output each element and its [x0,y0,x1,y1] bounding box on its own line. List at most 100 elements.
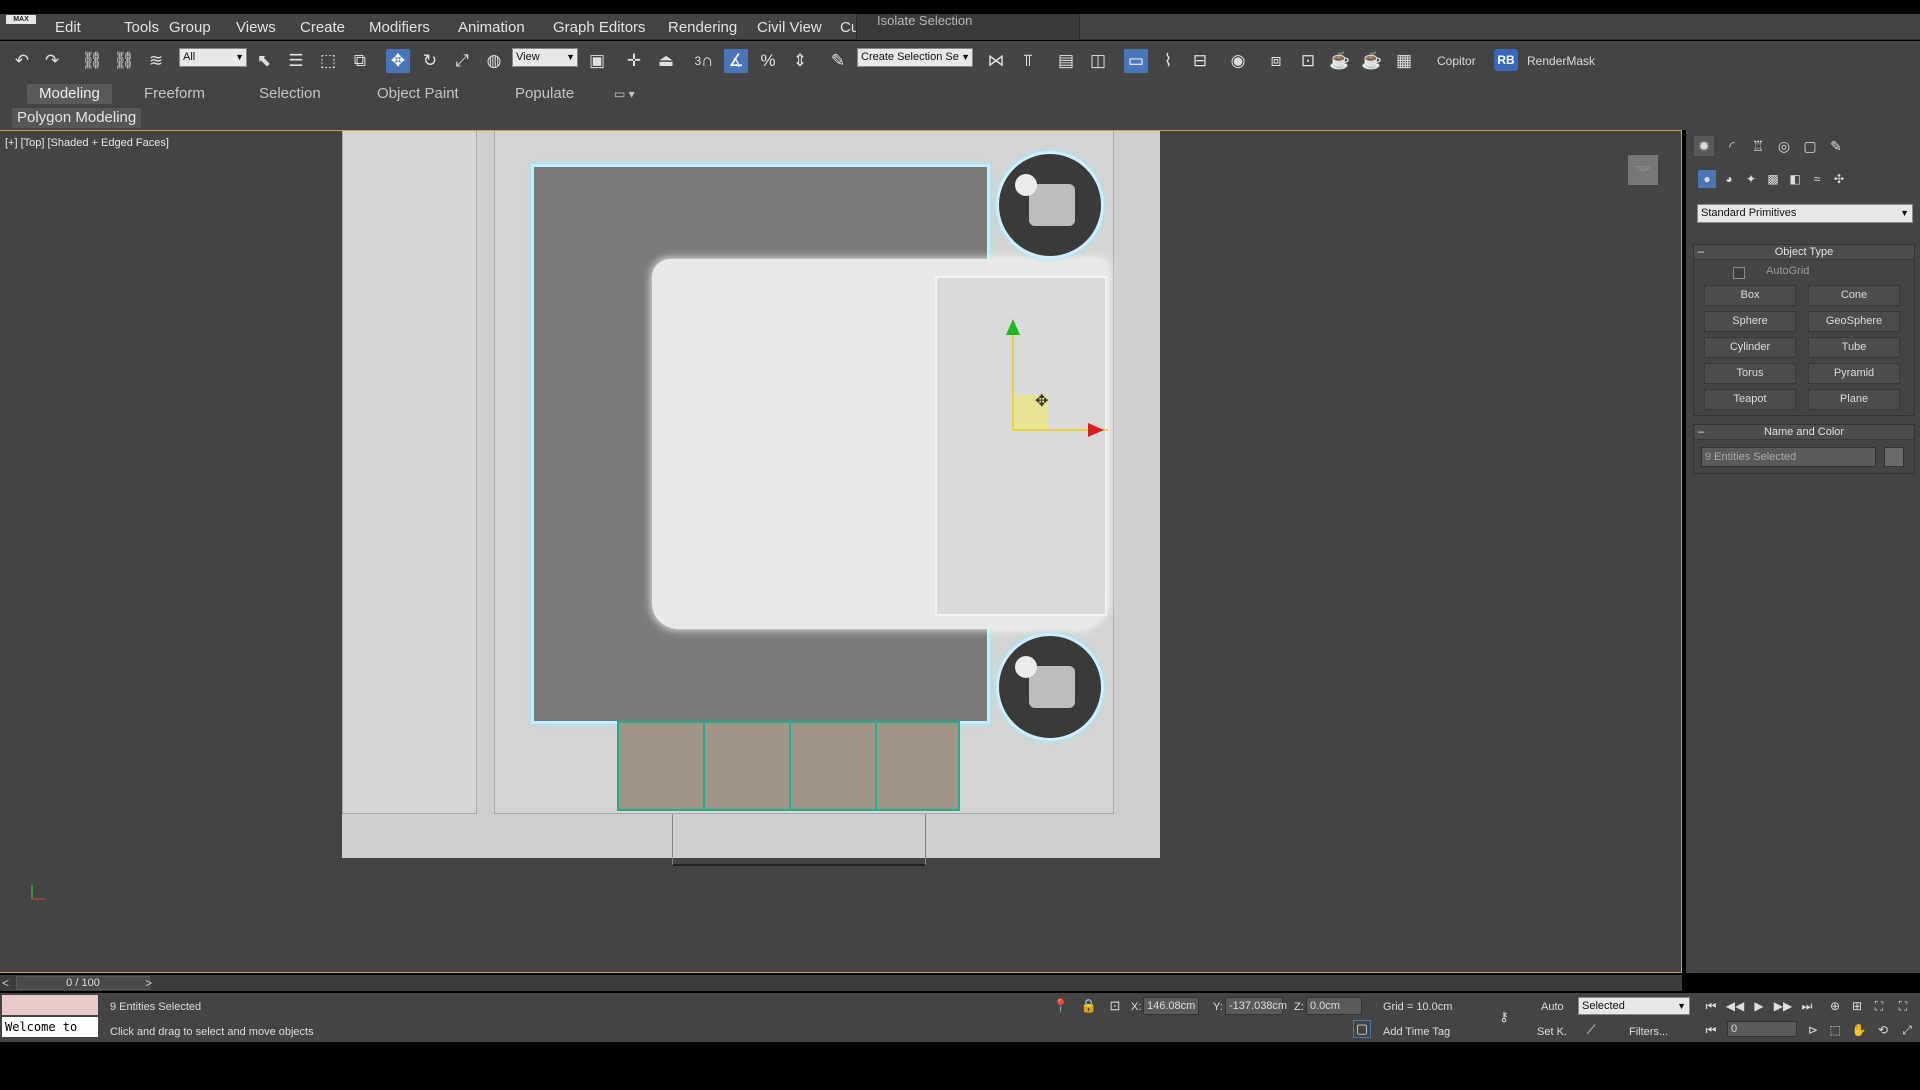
tab-modeling[interactable]: Modeling [27,84,112,104]
create-tab-icon[interactable]: ✹ [1694,136,1714,156]
teapot-button[interactable]: Teapot [1704,389,1796,410]
key-filters-button[interactable]: Filters... [1629,1026,1668,1038]
menu-edit[interactable]: Edit [55,19,81,36]
cameras-category-icon[interactable]: ▩ [1764,170,1782,188]
schematic-view-icon[interactable]: ⊟ [1188,49,1212,73]
previous-frame-icon[interactable]: ◀◀ [1726,997,1744,1015]
move-gizmo-y-arrow[interactable] [1006,319,1020,335]
z-coord-field[interactable]: 0.0cm [1306,997,1362,1015]
align-icon[interactable]: ⫪ [1016,49,1040,73]
spinner-snap-icon[interactable]: ⇕ [788,49,812,73]
systems-category-icon[interactable]: ✣ [1830,170,1848,188]
menu-group[interactable]: Group [169,19,211,36]
move-gizmo-y-axis[interactable] [1012,331,1014,431]
x-coord-field[interactable]: 146.08cm [1143,997,1199,1015]
angle-snap-icon[interactable]: ∡ [724,49,748,73]
link-icon[interactable]: ⛓ [80,49,104,73]
menu-graph-editors[interactable]: Graph Editors [553,19,646,36]
polygon-modeling-panel[interactable]: Polygon Modeling [12,108,142,128]
object-type-header[interactable]: – Object Type [1694,245,1914,260]
maxscript-mini-listener-input[interactable]: Welcome to [2,1017,98,1037]
curve-editor-icon[interactable]: ⌇ [1156,49,1180,73]
nightstand-bottom[interactable] [996,633,1104,741]
name-and-color-header[interactable]: – Name and Color [1694,425,1914,440]
default-tangents-icon[interactable]: ⟋ [1582,1021,1600,1039]
app-logo[interactable]: MAX [6,15,36,24]
orbit-icon[interactable]: ⟲ [1874,1021,1892,1039]
next-frame-icon[interactable]: ▶▶ [1774,997,1792,1015]
zoom-icon[interactable]: ⊕ [1826,997,1844,1015]
absolute-mode-icon[interactable]: ⊡ [1106,997,1124,1015]
go-to-end-icon[interactable]: ⏭ [1798,997,1816,1015]
render-setup-icon[interactable]: ⧈ [1264,49,1288,73]
select-scale-icon[interactable]: ⤢ [450,49,474,73]
geometry-category-icon[interactable]: ● [1698,170,1716,188]
autogrid-checkbox[interactable] [1733,267,1745,279]
menu-civil-view[interactable]: Civil View [757,19,822,36]
tab-object-paint[interactable]: Object Paint [377,84,459,104]
time-slider-thumb[interactable]: 0 / 100 [16,976,150,990]
ribbon-toggle-icon[interactable]: ▭ [1124,49,1148,73]
tube-button[interactable]: Tube [1808,337,1900,358]
menu-animation[interactable]: Animation [458,19,525,36]
maxscript-mini-listener-output[interactable] [2,995,98,1015]
region-zoom-icon[interactable]: ⬚ [1826,1021,1844,1039]
torus-button[interactable]: Torus [1704,363,1796,384]
select-object-icon[interactable]: ⬉ [252,49,276,73]
set-key-mode-icon[interactable]: ⚷ [1490,1008,1518,1026]
shapes-category-icon[interactable]: ◕ [1720,170,1738,188]
pyramid-button[interactable]: Pyramid [1808,363,1900,384]
tab-selection[interactable]: Selection [259,84,321,104]
hierarchy-tab-icon[interactable]: ♖ [1748,136,1768,156]
render-activeshade-icon[interactable]: ▦ [1392,49,1416,73]
viewport-label[interactable]: [+] [Top] [Shaded + Edged Faces] [5,137,169,149]
select-move-icon[interactable]: ✥ [386,49,410,73]
render-iterative-icon[interactable]: ☕ [1360,49,1384,73]
time-slider[interactable]: < 0 / 100 > [0,975,1682,991]
display-tab-icon[interactable]: ▢ [1800,136,1820,156]
current-frame-field[interactable]: 0 [1727,1021,1797,1037]
tab-populate[interactable]: Populate [515,84,574,104]
pan-view-icon[interactable]: ✋ [1850,1021,1868,1039]
object-name-field[interactable]: 9 Entities Selected [1701,447,1876,467]
utilities-tab-icon[interactable]: ✎ [1826,136,1846,156]
cone-button[interactable]: Cone [1808,285,1900,306]
zoom-extents-all-icon[interactable]: ⛶ [1894,997,1912,1015]
primitive-category-dropdown[interactable]: Standard Primitives [1697,204,1913,223]
percent-snap-icon[interactable]: % [756,49,780,73]
time-slider-next[interactable]: > [145,976,152,990]
helpers-category-icon[interactable]: ◧ [1786,170,1804,188]
go-to-start-icon[interactable]: ⏮ [1702,997,1720,1015]
move-gizmo-x-arrow[interactable] [1088,423,1104,437]
zoom-all-icon[interactable]: ⊞ [1848,997,1866,1015]
selection-filter-dropdown[interactable]: All [179,48,247,67]
plane-button[interactable]: Plane [1808,389,1900,410]
field-of-view-icon[interactable]: ⊳ [1804,1021,1822,1039]
rendermask-button[interactable]: RenderMask [1527,54,1595,68]
select-rotate-icon[interactable]: ↻ [418,49,442,73]
selection-lock-icon[interactable]: 🔒 [1080,997,1098,1015]
lights-category-icon[interactable]: ✦ [1742,170,1760,188]
auto-key-button[interactable]: Auto [1541,1001,1564,1013]
pivot-center-icon[interactable]: ▣ [585,49,609,73]
render-production-icon[interactable]: ☕ [1328,49,1352,73]
add-time-tag-icon[interactable]: ▢ [1353,1020,1371,1038]
place-icon[interactable]: ◍ [482,49,506,73]
viewcube[interactable]: TOP [1628,155,1658,185]
layer-explorer-icon[interactable]: ◫ [1086,49,1110,73]
select-by-name-icon[interactable]: ☰ [284,49,308,73]
motion-tab-icon[interactable]: ◎ [1774,136,1794,156]
snaps-toggle-icon[interactable]: 3 ∩ [692,49,716,73]
play-icon[interactable]: ▶ [1750,997,1768,1015]
pillow-mesh[interactable] [935,276,1107,616]
bench-mesh[interactable] [617,721,960,811]
y-coord-field[interactable]: -137.038cm [1225,997,1287,1015]
reference-coordinate-dropdown[interactable]: View [512,48,578,67]
object-color-swatch[interactable] [1884,447,1904,467]
menu-modifiers[interactable]: Modifiers [369,19,430,36]
key-filter-dropdown[interactable]: Selected [1578,997,1690,1015]
time-slider-prev[interactable]: < [2,976,9,990]
select-manipulate-icon[interactable]: ✛ [622,49,646,73]
named-selection-dropdown[interactable]: Create Selection Se [857,48,973,67]
nightstand-top[interactable] [996,151,1104,259]
